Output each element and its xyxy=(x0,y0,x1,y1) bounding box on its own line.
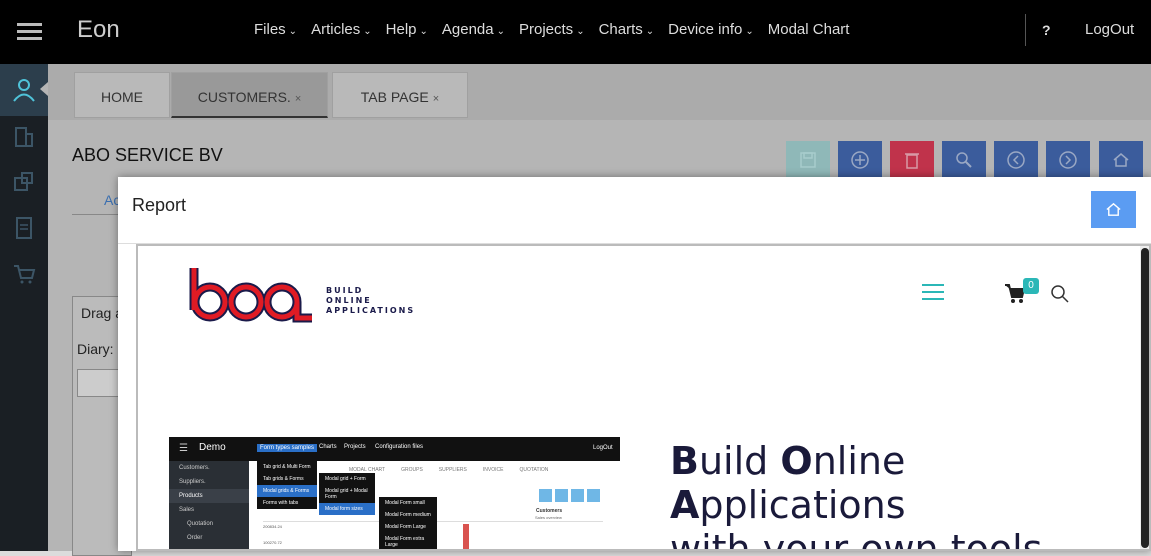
top-navbar: Eon Files ⌄ Articles ⌄ Help ⌄ Agenda ⌄ Proje… xyxy=(0,0,1151,64)
demo-menu-projects: Projects xyxy=(344,444,366,450)
chevron-down-icon: ⌄ xyxy=(745,26,754,37)
chevron-down-icon: ⌄ xyxy=(576,26,585,37)
logo-wordmark: BUILD ONLINE APPLICATIONS xyxy=(326,286,416,315)
document-icon[interactable] xyxy=(10,214,38,242)
hamburger-menu-icon[interactable] xyxy=(17,23,42,41)
boa-logo xyxy=(189,268,312,323)
logout-link[interactable]: LogOut xyxy=(1085,21,1134,38)
page-title: ABO SERVICE BV xyxy=(72,145,223,165)
user-icon xyxy=(13,79,35,102)
scrollbar[interactable] xyxy=(1140,246,1149,549)
nav-modal-chart[interactable]: Modal Chart xyxy=(768,21,850,38)
previous-button[interactable] xyxy=(994,141,1038,179)
demo-chart-subtitle: Sales overview xyxy=(535,515,562,520)
scrollbar-thumb[interactable] xyxy=(1141,248,1149,548)
demo-toolbar xyxy=(539,489,600,502)
close-icon[interactable]: × xyxy=(433,93,439,105)
chevron-down-icon: ⌄ xyxy=(496,26,505,37)
hamburger-menu-icon: ☰ xyxy=(179,443,188,454)
chevron-left-circle-icon xyxy=(1007,151,1025,169)
cart-icon[interactable] xyxy=(10,260,38,288)
home-button[interactable] xyxy=(1099,141,1143,179)
add-button[interactable] xyxy=(838,141,882,179)
drag-group-hint: Drag a xyxy=(81,305,124,321)
demo-brand: Demo xyxy=(199,442,226,453)
demo-logout: LogOut xyxy=(593,445,613,451)
chevron-down-icon: ⌄ xyxy=(363,26,372,37)
demo-topbar: ☰ Demo Form types samples Charts Project… xyxy=(169,437,620,461)
demo-submenu-2: Modal grid + Form Modal grid + Modal Form… xyxy=(319,473,375,515)
chevron-right-circle-icon xyxy=(1059,151,1077,169)
tab-tab-page[interactable]: TAB PAGE × xyxy=(332,72,468,118)
demo-chart-title: Customers xyxy=(536,508,563,514)
nav-help[interactable]: Help ⌄ xyxy=(386,21,428,38)
tab-customers[interactable]: CUSTOMERS. × xyxy=(171,72,328,118)
home-icon xyxy=(1106,202,1121,216)
demo-submenu-1: Tab grid & Multi Form Tab grids & Forms Mo… xyxy=(257,461,317,509)
demo-screenshot: ☰ Demo Form types samples Charts Project… xyxy=(169,437,620,549)
sidebar xyxy=(0,64,48,551)
nav-projects[interactable]: Projects ⌄ xyxy=(519,21,585,38)
report-modal: Report BUILD ONLINE APPLICATIONS 0 ☰ Dem… xyxy=(118,177,1151,551)
close-icon[interactable]: × xyxy=(295,93,301,105)
chevron-down-icon: ⌄ xyxy=(645,26,655,37)
diary-label: Diary: xyxy=(77,341,114,357)
modal-title: Report xyxy=(132,195,187,215)
demo-tabs: MODAL CHART GROUPS SUPPLIERS INVOICE QUOTATI… xyxy=(349,467,549,473)
tab-home[interactable]: HOME xyxy=(74,72,170,118)
demo-menu-charts: Charts xyxy=(319,444,337,450)
search-button[interactable] xyxy=(942,141,986,179)
save-icon xyxy=(800,152,816,168)
hero-headline: Build Online Applications with your own … xyxy=(670,439,1043,551)
search-icon xyxy=(956,152,972,168)
nav-charts[interactable]: Charts ⌄ xyxy=(599,21,655,38)
divider xyxy=(1025,14,1026,46)
help-button[interactable]: ? xyxy=(1042,22,1051,38)
home-icon xyxy=(1113,153,1129,167)
nav-device-info[interactable]: Device info ⌄ xyxy=(668,21,754,38)
demo-submenu-3: Modal Form small Modal Form medium Modal F… xyxy=(379,497,437,549)
hamburger-menu-icon[interactable] xyxy=(922,284,944,300)
boxes-icon[interactable] xyxy=(10,168,38,196)
next-button[interactable] xyxy=(1046,141,1090,179)
chevron-down-icon: ⌄ xyxy=(419,26,428,37)
search-icon[interactable] xyxy=(1050,284,1070,304)
delete-button[interactable] xyxy=(890,141,934,179)
demo-menu-config: Configuration files xyxy=(375,444,424,450)
tab-bar: HOME CUSTOMERS. × TAB PAGE × xyxy=(48,64,1151,120)
main-nav: Files ⌄ Articles ⌄ Help ⌄ Agenda ⌄ Projects ⌄… xyxy=(254,21,863,38)
chevron-down-icon: ⌄ xyxy=(288,26,298,37)
arrow-left-icon xyxy=(40,82,48,96)
nav-articles[interactable]: Articles ⌄ xyxy=(311,21,372,38)
trash-icon xyxy=(905,153,919,169)
demo-menu-forms: Form types samples xyxy=(257,444,318,452)
sidebar-item-customers[interactable] xyxy=(0,64,48,116)
demo-sidebar: Customers. Suppliers. Products Sales Quo… xyxy=(169,461,249,549)
save-button[interactable] xyxy=(786,141,830,179)
building-icon[interactable] xyxy=(10,122,38,150)
report-frame: BUILD ONLINE APPLICATIONS 0 ☰ Demo Form … xyxy=(136,244,1151,551)
nav-agenda[interactable]: Agenda ⌄ xyxy=(442,21,505,38)
nav-files[interactable]: Files ⌄ xyxy=(254,21,297,38)
modal-home-button[interactable] xyxy=(1091,191,1136,228)
app-brand[interactable]: Eon xyxy=(77,16,120,44)
plus-circle-icon xyxy=(851,151,869,169)
cart-count-badge: 0 xyxy=(1023,278,1039,294)
